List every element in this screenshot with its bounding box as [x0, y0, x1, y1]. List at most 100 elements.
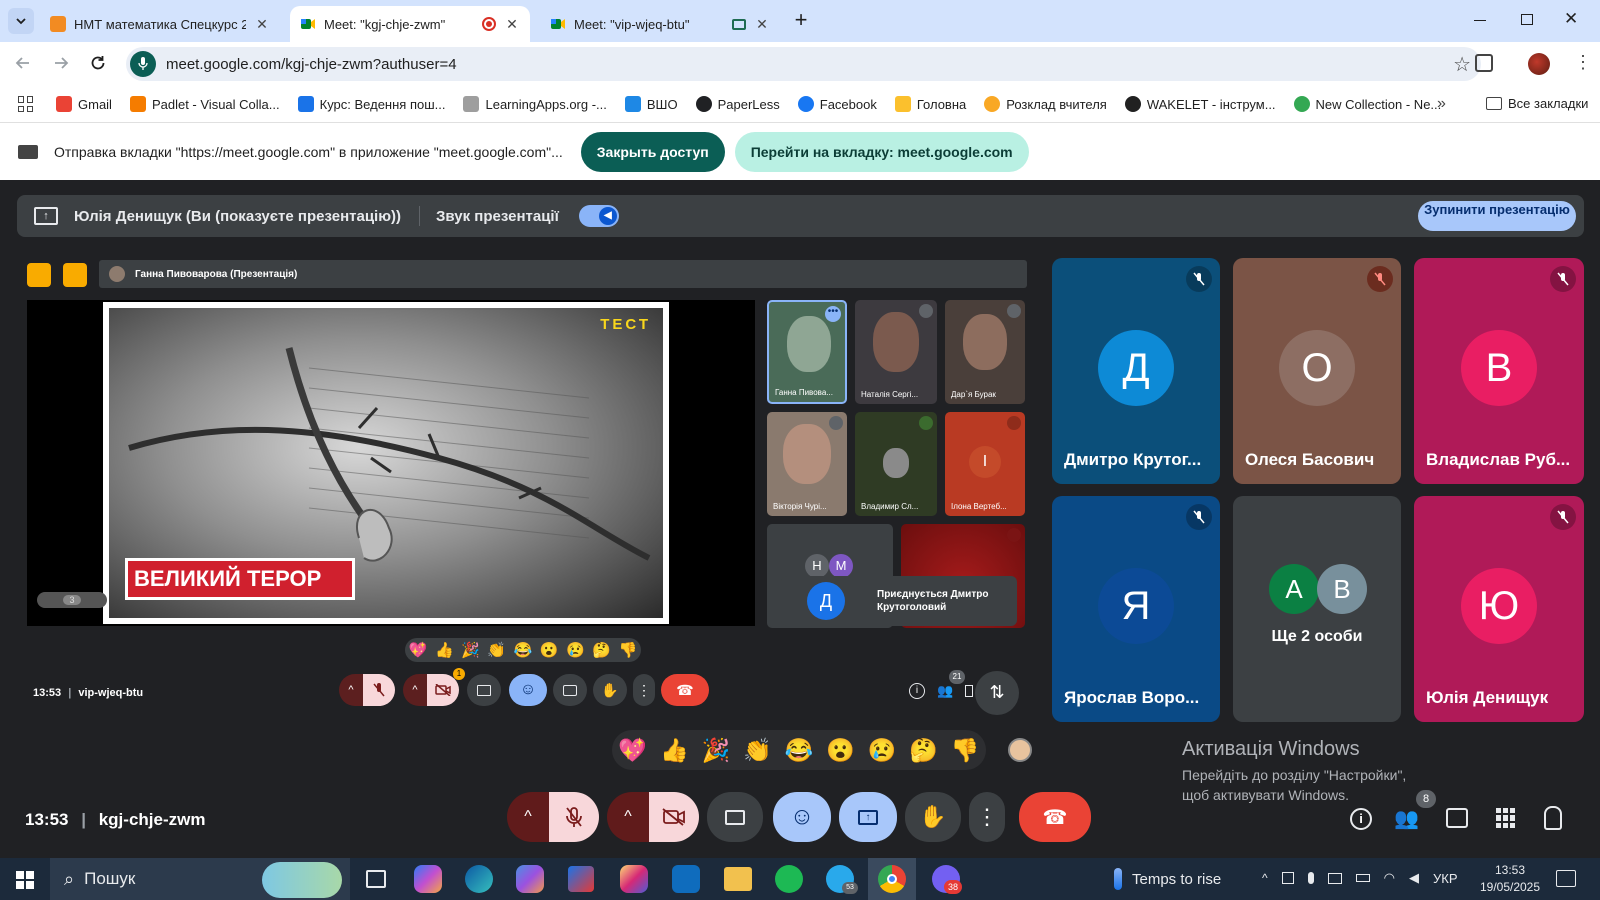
weather-widget[interactable]: Temps to rise [1114, 868, 1221, 890]
bookmark-course[interactable]: Курс: Ведення пош... [297, 96, 445, 112]
party-popper-reaction[interactable]: 🎉 [695, 737, 737, 764]
captions-button[interactable] [553, 674, 587, 706]
reload-button[interactable] [89, 54, 107, 72]
bookmark-paperless[interactable]: PaperLess [695, 96, 780, 112]
crying-reaction[interactable]: 😢 [566, 641, 585, 659]
forward-button[interactable] [52, 54, 70, 72]
present-button[interactable]: ↑ [839, 792, 897, 842]
bookmark-schedule[interactable]: Розклад вчителя [984, 96, 1107, 112]
raise-hand-button[interactable]: ✋ [905, 792, 961, 842]
participant-tile-yulia[interactable]: Ю Юлія Денищук [1414, 496, 1584, 722]
close-icon[interactable]: ✕ [254, 16, 270, 32]
spotify-icon[interactable] [775, 865, 803, 893]
thumbs-down-reaction[interactable]: 👎 [619, 641, 638, 659]
instagram-icon[interactable] [620, 865, 648, 893]
close-icon[interactable]: ✕ [504, 16, 520, 32]
menu-kebab-icon[interactable]: ⋮ [1574, 52, 1592, 72]
leave-call-button[interactable]: ☎ [1019, 792, 1091, 842]
bookmark-learningapps[interactable]: LearningApps.org -... [463, 96, 607, 112]
layout-icon[interactable] [63, 263, 87, 287]
stop-presenting-button[interactable]: Зупинити презентацію [1418, 201, 1576, 231]
participant-thumb[interactable]: ••• Ганна Пивова... [767, 300, 847, 404]
participant-tile-dmytro[interactable]: Д Дмитро Крутог... [1052, 258, 1220, 484]
present-button[interactable] [467, 674, 501, 706]
more-options-button[interactable]: ⋮ [633, 674, 655, 706]
display-icon[interactable] [1327, 872, 1342, 884]
camera-off-button[interactable] [649, 792, 699, 842]
volume-icon[interactable]: ◀ [1409, 870, 1419, 886]
mic-off-button[interactable] [549, 792, 599, 842]
people-icon[interactable]: 👥 [937, 683, 955, 699]
participant-thumb[interactable]: Вікторія Чурі... [767, 412, 847, 516]
participant-tile-yaroslav[interactable]: Я Ярослав Воро... [1052, 496, 1220, 722]
tab-meet-kgj[interactable]: Meet: "kgj-chje-zwm" ✕ [290, 6, 530, 42]
start-button[interactable] [16, 871, 34, 889]
reactions-button[interactable]: ☺ [773, 792, 831, 842]
notifications-icon[interactable] [1556, 870, 1576, 887]
chrome-icon[interactable] [868, 858, 916, 900]
sparkling-heart-reaction[interactable]: 💖 [409, 641, 428, 659]
captions-button[interactable] [707, 792, 763, 842]
participant-thumb[interactable]: І Ілона Вертеб... [945, 412, 1025, 516]
people-icon[interactable]: 👥 [1394, 806, 1419, 831]
microphone-tray-icon[interactable] [1307, 872, 1314, 884]
surprised-reaction[interactable]: 😮 [820, 737, 862, 764]
chevron-up-icon[interactable]: ^ [1262, 871, 1268, 885]
bookmark-padlet[interactable]: Padlet - Visual Colla... [129, 96, 280, 112]
participant-thumb[interactable]: Наталія Сергі... [855, 300, 937, 404]
participant-tile-vladyslav[interactable]: В Владислав Руб... [1414, 258, 1584, 484]
camera-off-button[interactable] [427, 674, 459, 706]
participant-thumb[interactable]: Владимир Сл... [855, 412, 937, 516]
activities-icon[interactable] [1496, 808, 1516, 828]
mic-options-button[interactable]: ^ [339, 674, 363, 706]
skin-tone-button[interactable] [1008, 738, 1032, 762]
bookmark-vsho[interactable]: ВШО [624, 96, 678, 112]
tears-of-joy-reaction[interactable]: 😂 [514, 641, 533, 659]
participant-thumb[interactable]: Дар`я Бурак [945, 300, 1025, 404]
bookmark-facebook[interactable]: Facebook [797, 96, 877, 112]
apps-grid-icon[interactable] [18, 96, 34, 112]
raise-hand-button[interactable]: ✋ [593, 674, 627, 706]
tab-search-button[interactable] [8, 8, 34, 34]
microphone-icon[interactable] [130, 51, 156, 77]
clapping-hands-reaction[interactable]: 👏 [737, 737, 779, 764]
tab-meet-vip[interactable]: Meet: "vip-wjeq-btu" ✕ [540, 6, 780, 42]
outlook-icon[interactable] [672, 865, 700, 893]
pin-icon[interactable] [27, 263, 51, 287]
language-indicator[interactable]: УКР [1433, 871, 1458, 886]
close-window-button[interactable]: ✕ [1564, 9, 1578, 29]
camera-options-button[interactable]: ^ [403, 674, 427, 706]
participant-tile-olesia[interactable]: О Олеся Басович [1233, 258, 1401, 484]
leave-call-button[interactable]: ☎ [661, 674, 709, 706]
thinking-reaction[interactable]: 🤔 [592, 641, 611, 659]
stop-sharing-button[interactable]: Закрыть доступ [580, 131, 725, 172]
reactions-button[interactable]: ☺ [509, 674, 547, 706]
meet-tray-icon[interactable] [1281, 872, 1294, 884]
mic-options-button[interactable]: ^ [507, 792, 549, 842]
close-icon[interactable]: ✕ [754, 16, 770, 32]
chat-icon[interactable] [1446, 808, 1468, 828]
tab-nmt[interactable]: НМТ математика Спецкурс 20 ✕ [40, 6, 280, 42]
explorer-icon[interactable] [724, 867, 752, 891]
bookmark-star-icon[interactable]: ☆ [1453, 52, 1471, 77]
sparkling-heart-reaction[interactable]: 💖 [612, 737, 654, 764]
meeting-details-icon[interactable]: i [1350, 808, 1372, 830]
bookmark-wakelet[interactable]: WAKELET - інструм... [1124, 96, 1276, 112]
back-button[interactable] [14, 54, 32, 72]
bookmark-home[interactable]: Головна [894, 96, 966, 112]
wifi-icon[interactable]: ◠ [1384, 870, 1395, 886]
tears-of-joy-reaction[interactable]: 😂 [778, 737, 820, 764]
edge-icon[interactable] [465, 865, 493, 893]
task-view-icon[interactable] [366, 870, 386, 888]
thumbs-up-reaction[interactable]: 👍 [435, 641, 454, 659]
presentation-audio-toggle[interactable]: ◀ [578, 205, 619, 227]
m365-icon[interactable] [516, 865, 544, 893]
clock[interactable]: 13:53 19/05/2025 [1474, 862, 1546, 896]
crying-reaction[interactable]: 😢 [861, 737, 903, 764]
restore-button[interactable] [1521, 14, 1533, 25]
minimize-button[interactable] [1474, 20, 1486, 21]
participant-tile-more[interactable]: А В Ще 2 особи [1233, 496, 1401, 722]
go-to-tab-button[interactable]: Перейти на вкладку: meet.google.com [734, 131, 1029, 172]
surprised-reaction[interactable]: 😮 [540, 641, 559, 659]
bookmark-gmail[interactable]: Gmail [56, 96, 112, 112]
